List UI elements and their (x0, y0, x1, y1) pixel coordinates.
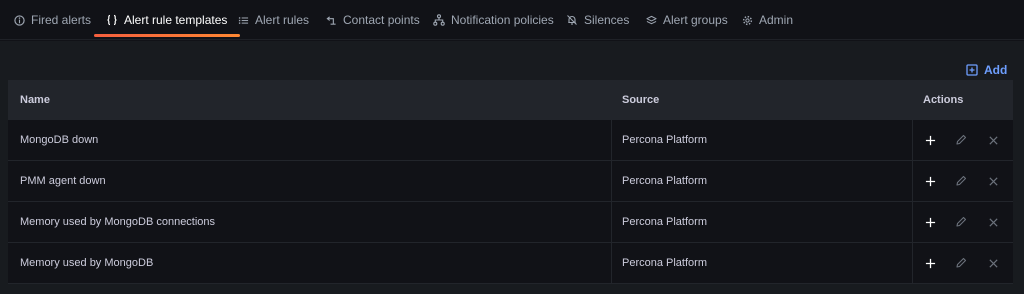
add-button-label: Add (984, 63, 1008, 77)
tab-alert-rule-templates[interactable]: Alert rule templates (94, 0, 241, 40)
tab-label: Contact points (343, 13, 420, 27)
plus-icon (925, 217, 935, 227)
close-icon (988, 176, 998, 186)
tab-admin[interactable]: Admin (742, 0, 793, 40)
tab-bar: Fired alerts Alert rule templates Alert … (0, 0, 1024, 40)
edit-button[interactable] (953, 214, 969, 230)
table-row: Memory used by MongoDB connections Perco… (8, 202, 1013, 243)
column-divider (912, 120, 913, 160)
edit-button[interactable] (953, 132, 969, 148)
tab-contact-points[interactable]: Contact points (326, 0, 420, 40)
tab-label: Alert rules (255, 13, 310, 27)
tab-alert-rules[interactable]: Alert rules (238, 0, 309, 40)
pencil-icon (956, 134, 967, 145)
sitemap-icon (433, 14, 445, 26)
close-icon (988, 135, 998, 145)
gear-icon (742, 15, 753, 25)
tab-label: Admin (759, 13, 794, 27)
table-row: Memory used by MongoDB Percona Platform (8, 243, 1013, 284)
template-source: Percona Platform (622, 134, 707, 146)
tab-silences[interactable]: Silences (566, 0, 629, 40)
close-icon (988, 217, 998, 227)
tab-label: Silences (584, 13, 630, 27)
alert-templates-table: Name Source Actions MongoDB down Percona… (8, 80, 1013, 284)
add-button[interactable]: Add (966, 63, 1007, 77)
tab-label: Alert groups (663, 13, 728, 27)
brackets-icon (107, 14, 117, 26)
info-circle-icon (14, 14, 25, 26)
template-name: Memory used by MongoDB (20, 257, 154, 269)
delete-button[interactable] (985, 255, 1001, 271)
plus-icon (925, 176, 935, 186)
column-divider (611, 161, 612, 201)
pencil-icon (956, 257, 967, 268)
close-icon (988, 258, 998, 268)
tab-label: Fired alerts (31, 13, 92, 27)
template-name: MongoDB down (20, 134, 99, 146)
delete-button[interactable] (985, 173, 1001, 189)
contact-arrow-icon (326, 15, 336, 25)
table-header: Name Source Actions (8, 80, 1013, 120)
table-row: PMM agent down Percona Platform (8, 161, 1013, 202)
bell-slash-icon (567, 15, 577, 25)
layers-icon (646, 15, 657, 24)
plus-icon (925, 258, 935, 268)
template-source: Percona Platform (622, 175, 707, 187)
plus-square-icon (966, 64, 978, 76)
tab-fired-alerts[interactable]: Fired alerts (14, 0, 91, 40)
plus-icon (925, 135, 935, 145)
add-rule-button[interactable] (922, 173, 938, 189)
column-header-source[interactable]: Source (622, 80, 659, 120)
tab-alert-groups[interactable]: Alert groups (646, 0, 728, 40)
column-divider (611, 243, 612, 283)
tab-label: Notification policies (451, 13, 554, 27)
pencil-icon (956, 175, 967, 186)
column-header-actions: Actions (923, 94, 964, 106)
delete-button[interactable] (985, 214, 1001, 230)
template-name: PMM agent down (20, 175, 106, 187)
list-icon (238, 16, 249, 24)
template-source: Percona Platform (622, 216, 707, 228)
active-tab-underline (94, 34, 241, 37)
column-divider (912, 202, 913, 242)
edit-button[interactable] (953, 173, 969, 189)
column-divider (611, 202, 612, 242)
column-divider (912, 161, 913, 201)
add-rule-button[interactable] (922, 214, 938, 230)
add-rule-button[interactable] (922, 255, 938, 271)
template-source: Percona Platform (622, 257, 707, 269)
column-header-name[interactable]: Name (20, 80, 50, 120)
tab-notification-policies[interactable]: Notification policies (433, 0, 554, 40)
delete-button[interactable] (985, 132, 1001, 148)
tab-label: Alert rule templates (124, 13, 228, 27)
column-divider (611, 120, 612, 160)
pencil-icon (956, 216, 967, 227)
column-divider (912, 243, 913, 283)
edit-button[interactable] (953, 255, 969, 271)
add-rule-button[interactable] (922, 132, 938, 148)
table-row: MongoDB down Percona Platform (8, 120, 1013, 161)
template-name: Memory used by MongoDB connections (20, 216, 216, 228)
